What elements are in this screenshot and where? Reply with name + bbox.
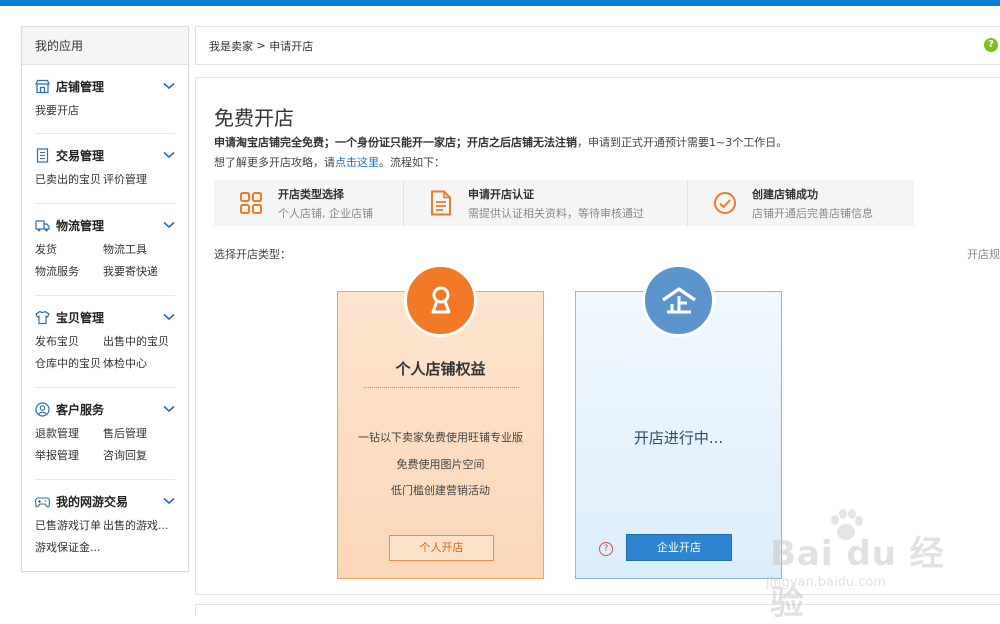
sidebar-link[interactable]: 我要开店 [35, 102, 103, 118]
sidebar-group-header[interactable]: 客户服务 [35, 400, 175, 418]
step-type-select: 开店类型选择 个人店铺, 企业店铺 [214, 180, 404, 226]
sidebar-link[interactable]: 已卖出的宝贝 [35, 171, 103, 187]
question-icon[interactable]: ? [599, 542, 613, 556]
page-title: 免费开店 [214, 106, 294, 130]
sidebar-link[interactable]: 评价管理 [103, 171, 175, 187]
breadcrumb-parent[interactable]: 我是卖家 [209, 38, 253, 54]
chevron-down-icon[interactable] [163, 150, 175, 160]
sidebar-link[interactable]: 体检中心 [103, 355, 175, 371]
step-title: 申请开店认证 [468, 187, 534, 201]
sidebar-group-customer: 客户服务 退款管理 售后管理 举报管理 咨询回复 [35, 388, 175, 480]
step-subtitle: 需提供认证相关资料，等待审核通过 [468, 206, 644, 220]
sidebar-group-title: 客户服务 [56, 402, 105, 417]
company-store-card: 开店进行中... ? 企业开店 [575, 264, 782, 579]
sidebar-link[interactable]: 举报管理 [35, 447, 103, 463]
sidebar-link[interactable]: 我要寄快递 [103, 263, 175, 279]
personal-open-button[interactable]: 个人开店 [389, 535, 494, 561]
guide-link[interactable]: 点击这里 [335, 156, 379, 169]
sidebar-group-trade: 交易管理 已卖出的宝贝 评价管理 [35, 134, 175, 204]
guide-suffix: 。流程如下： [379, 156, 445, 169]
chevron-down-icon[interactable] [163, 312, 175, 322]
sidebar-link[interactable]: 退款管理 [35, 425, 103, 441]
benefit-item: 免费使用图片空间 [396, 458, 485, 471]
company-icon [642, 264, 715, 337]
sidebar-group-header[interactable]: 我的网游交易 [35, 492, 175, 510]
company-status-text: 开店进行中... [633, 429, 724, 447]
sidebar-group-title: 宝贝管理 [56, 310, 105, 325]
breadcrumb-separator: > [253, 39, 270, 52]
benefit-item: 一钻以下卖家免费使用旺铺专业版 [358, 431, 523, 444]
card-divider [364, 387, 519, 388]
chevron-down-icon[interactable] [163, 81, 175, 91]
chevron-down-icon[interactable] [163, 404, 175, 414]
sidebar-link[interactable]: 售后管理 [103, 425, 175, 441]
step-title: 创建店铺成功 [752, 187, 818, 201]
sidebar-group-items: 宝贝管理 发布宝贝 出售中的宝贝 仓库中的宝贝 体检中心 [35, 296, 175, 388]
process-steps: 开店类型选择 个人店铺, 企业店铺 申请开店认证 需提供认证相关资料，等待审核通… [214, 180, 914, 226]
sidebar-link[interactable]: 发布宝贝 [35, 333, 103, 349]
truck-icon [35, 218, 50, 233]
benefit-item: 低门槛创建营销活动 [391, 484, 490, 497]
sidebar-group-store: 店铺管理 我要开店 [35, 65, 175, 134]
sidebar-group-header[interactable]: 宝贝管理 [35, 308, 175, 326]
sidebar-link[interactable]: 出售中的宝贝 [103, 333, 175, 349]
description-rest: ，申请到正式开通预计需要1~3个工作日。 [577, 136, 788, 149]
sidebar-group-title: 物流管理 [56, 218, 105, 233]
breadcrumb: 我是卖家 > 申请开店 ? [195, 26, 1000, 65]
document-icon [35, 147, 50, 163]
file-icon [428, 190, 454, 216]
help-icon[interactable]: ? [984, 38, 998, 52]
sidebar-group-header[interactable]: 物流管理 [35, 216, 175, 234]
step-subtitle: 店铺开通后完善店铺信息 [752, 206, 873, 220]
sidebar-group-header[interactable]: 店铺管理 [35, 77, 175, 95]
grid-icon [238, 190, 264, 216]
top-bar [0, 0, 1000, 6]
rules-link[interactable]: 开店规 [967, 246, 1000, 262]
person-icon [404, 264, 477, 337]
sidebar: 我的应用 店铺管理 我要开店 交易管理 已卖出的宝贝 评价管理 物流管理 发货 … [21, 26, 189, 572]
page-description: 申请淘宝店铺完全免费；一个身份证只能开一家店；开店之后店铺无法注销，申请到正式开… [214, 134, 787, 150]
sidebar-group-games: 我的网游交易 已售游戏订单 出售的游戏... 游戏保证金... [35, 480, 175, 572]
sidebar-link[interactable]: 物流服务 [35, 263, 103, 279]
sidebar-link[interactable]: 咨询回复 [103, 447, 175, 463]
personal-card-title: 个人店铺权益 [395, 360, 486, 378]
step-verify: 申请开店认证 需提供认证相关资料，等待审核通过 [404, 180, 688, 226]
sidebar-group-title: 交易管理 [56, 148, 105, 163]
step-subtitle: 个人店铺, 企业店铺 [278, 206, 373, 220]
guide-prefix: 想了解更多开店攻略，请 [214, 156, 335, 169]
sidebar-link[interactable]: 发货 [35, 241, 103, 257]
step-created: 创建店铺成功 店铺开通后完善店铺信息 [688, 180, 914, 226]
baidu-watermark: Bai du 经验 jingyan.baidu.com [766, 508, 946, 623]
chevron-down-icon[interactable] [163, 496, 175, 506]
choose-type-label: 选择开店类型： [214, 248, 291, 261]
user-icon [35, 401, 50, 417]
sidebar-link[interactable]: 已售游戏订单 [35, 517, 103, 533]
sidebar-group-logistics: 物流管理 发货 物流工具 物流服务 我要寄快递 [35, 204, 175, 296]
sidebar-group-title: 店铺管理 [56, 79, 105, 94]
sidebar-title: 我的应用 [22, 27, 188, 65]
guide-line: 想了解更多开店攻略，请点击这里。流程如下： [214, 154, 445, 170]
sidebar-link[interactable]: 物流工具 [103, 241, 175, 257]
step-title: 开店类型选择 [278, 187, 344, 201]
sidebar-link[interactable]: 出售的游戏... [103, 517, 175, 533]
company-open-button[interactable]: 企业开店 [626, 534, 732, 561]
description-bold: 申请淘宝店铺完全免费；一个身份证只能开一家店；开店之后店铺无法注销 [214, 136, 577, 149]
sidebar-group-title: 我的网游交易 [56, 494, 129, 509]
personal-store-card: 个人店铺权益 一钻以下卖家免费使用旺铺专业版 免费使用图片空间 低门槛创建营销活… [337, 264, 544, 579]
gamepad-icon [35, 494, 50, 509]
sidebar-link[interactable]: 游戏保证金... [35, 539, 103, 555]
store-icon [35, 79, 50, 94]
sidebar-group-header[interactable]: 交易管理 [35, 146, 175, 164]
breadcrumb-current: 申请开店 [269, 39, 314, 53]
watermark-url: jingyan.baidu.com [766, 575, 886, 590]
chevron-down-icon[interactable] [163, 220, 175, 230]
shirt-icon [35, 310, 50, 325]
check-circle-icon [712, 190, 738, 216]
sidebar-link[interactable]: 仓库中的宝贝 [35, 355, 103, 371]
